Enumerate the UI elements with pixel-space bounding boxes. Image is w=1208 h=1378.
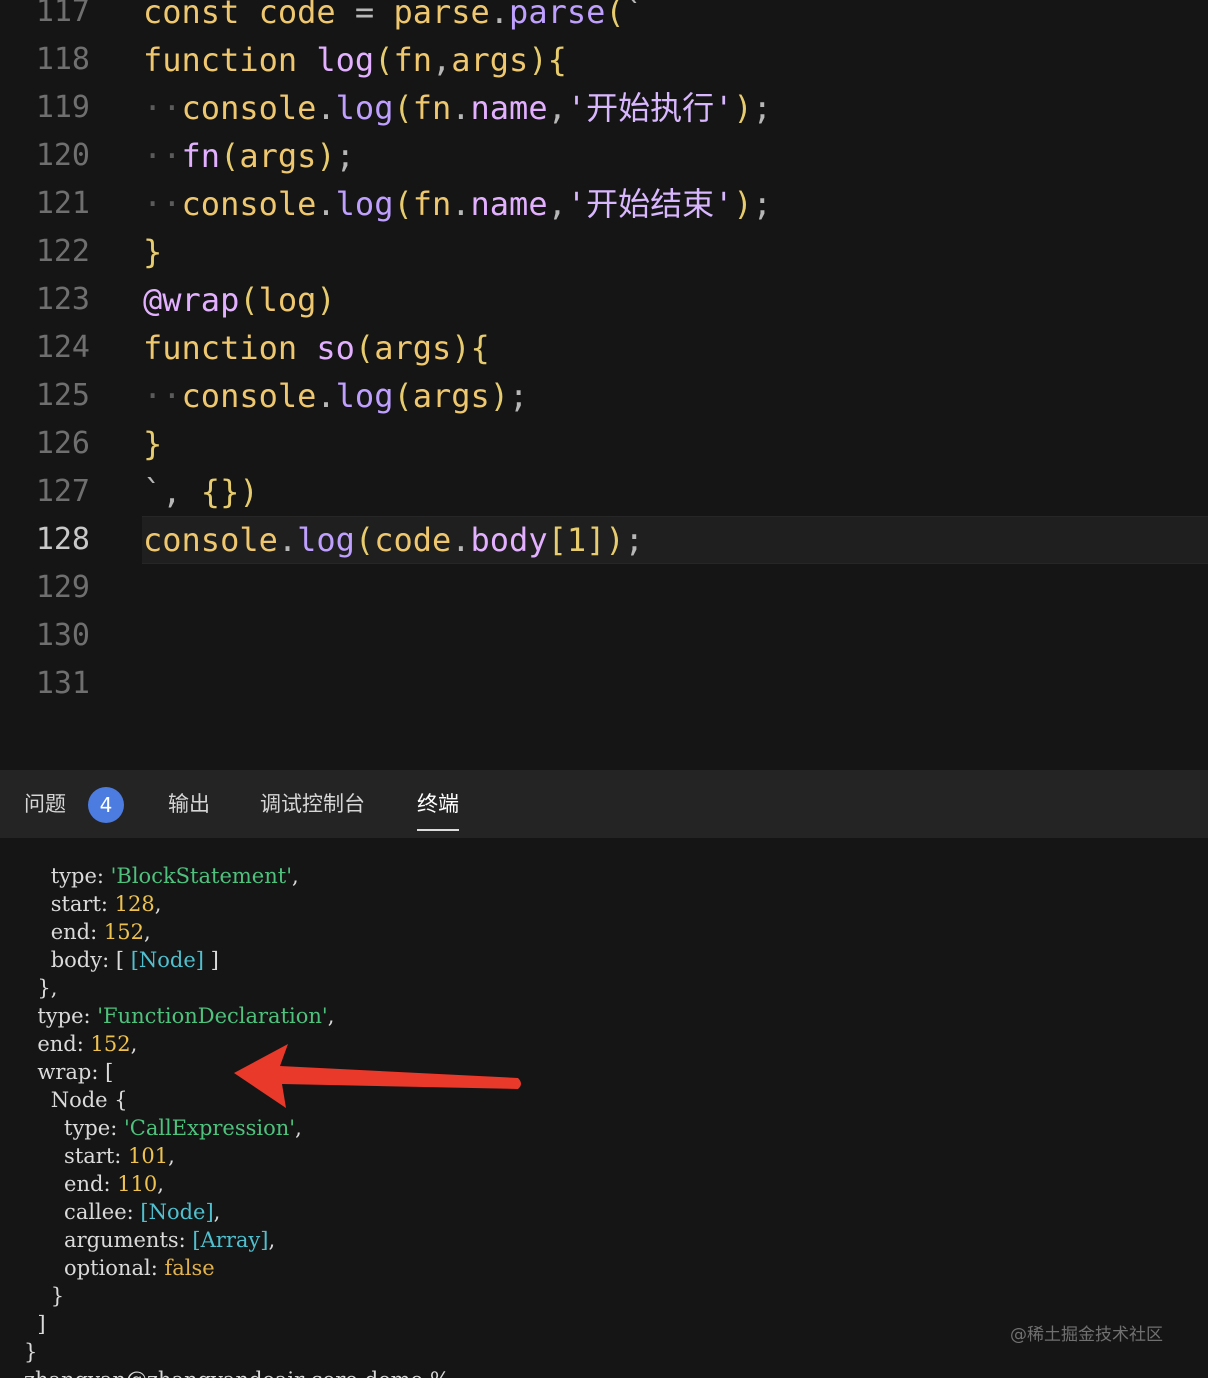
panel-tab-bar: 问题 4 输出 调试控制台 终端: [0, 770, 1208, 838]
terminal-line: end: 110,: [24, 1172, 164, 1196]
line-number: 128: [35, 522, 90, 557]
line-number: 131: [35, 666, 90, 701]
tab-problems[interactable]: 问题: [24, 770, 66, 838]
code-text[interactable]: console.log(code.body[1]);: [143, 516, 644, 564]
red-arrow-annotation: [234, 1044, 521, 1108]
code-text[interactable]: `, {}): [143, 468, 259, 516]
tab-debug-console-label: 调试控制台: [260, 792, 365, 816]
code-line[interactable]: 120 ··fn(args);: [0, 132, 1208, 180]
arrow-shape: [234, 1044, 521, 1108]
code-text[interactable]: ··console.log(fn.name,'开始结束');: [143, 180, 772, 228]
tab-terminal-label: 终端: [417, 792, 459, 816]
terminal-line: ]: [24, 1312, 46, 1336]
problems-count-badge: 4: [88, 787, 124, 823]
code-line[interactable]: 122 }: [0, 228, 1208, 276]
code-line[interactable]: 127 `, {}): [0, 468, 1208, 516]
code-line[interactable]: 125 ··console.log(args);: [0, 372, 1208, 420]
code-text[interactable]: @wrap(log): [143, 276, 336, 324]
code-line[interactable]: 129: [0, 564, 1208, 612]
code-line-current[interactable]: 128 console.log(code.body[1]);: [0, 516, 1208, 564]
code-editor[interactable]: 117 const code = parse.parse(` 118 funct…: [0, 0, 1208, 770]
terminal-line: end: 152,: [24, 1032, 138, 1056]
terminal-line: start: 101,: [24, 1144, 175, 1168]
line-number: 127: [35, 474, 90, 509]
terminal-line: Node {: [24, 1088, 128, 1112]
code-line[interactable]: 123 @wrap(log): [0, 276, 1208, 324]
tab-debug-console[interactable]: 调试控制台: [260, 770, 365, 838]
terminal-line: type: 'FunctionDeclaration',: [24, 1004, 335, 1028]
code-text[interactable]: function so(args){: [143, 324, 490, 372]
tab-terminal[interactable]: 终端: [417, 770, 459, 838]
code-text[interactable]: ··console.log(args);: [143, 372, 528, 420]
tab-output-label: 输出: [168, 792, 210, 816]
terminal-line: }: [24, 1284, 65, 1308]
terminal-line: }: [24, 1340, 38, 1364]
terminal-output[interactable]: type: 'BlockStatement', start: 128, end:…: [0, 838, 1208, 1378]
terminal-line: start: 128,: [24, 892, 162, 916]
code-line[interactable]: 124 function so(args){: [0, 324, 1208, 372]
code-line[interactable]: 130: [0, 612, 1208, 660]
terminal-line: type: 'CallExpression',: [24, 1116, 302, 1140]
code-text[interactable]: ··console.log(fn.name,'开始执行');: [143, 84, 772, 132]
line-number: 122: [35, 234, 90, 269]
line-number: 123: [35, 282, 90, 317]
terminal-line: end: 152,: [24, 920, 151, 944]
code-line[interactable]: 117 const code = parse.parse(`: [0, 0, 1208, 36]
line-number: 119: [35, 90, 90, 125]
code-text[interactable]: ··fn(args);: [143, 132, 355, 180]
terminal-line: arguments: [Array],: [24, 1228, 276, 1252]
tab-output[interactable]: 输出: [168, 770, 210, 838]
code-text[interactable]: function log(fn,args){: [143, 36, 567, 84]
terminal-line: callee: [Node],: [24, 1200, 221, 1224]
terminal-line: body: [ [Node] ]: [24, 948, 219, 972]
line-number: 120: [35, 138, 90, 173]
line-number: 125: [35, 378, 90, 413]
code-line[interactable]: 118 function log(fn,args){: [0, 36, 1208, 84]
line-number: 130: [35, 618, 90, 653]
line-number: 124: [35, 330, 90, 365]
code-text[interactable]: }: [143, 420, 162, 468]
line-number: 126: [35, 426, 90, 461]
terminal-line: optional: false: [24, 1256, 215, 1280]
code-line[interactable]: 126 }: [0, 420, 1208, 468]
terminal-line: },: [24, 976, 58, 1000]
code-text[interactable]: }: [143, 228, 162, 276]
code-line[interactable]: 121 ··console.log(fn.name,'开始结束');: [0, 180, 1208, 228]
line-number: 129: [35, 570, 90, 605]
terminal-prompt[interactable]: zhangyan@zhangyandeair core-demo %: [24, 1366, 450, 1378]
tab-problems-label: 问题: [24, 792, 66, 816]
watermark: @稀土掘金技术社区: [1010, 1325, 1163, 1345]
code-text[interactable]: const code = parse.parse(`: [143, 0, 644, 36]
line-number: 117: [35, 0, 90, 29]
line-number: 118: [35, 42, 90, 77]
code-line[interactable]: 131: [0, 660, 1208, 708]
terminal-line: type: 'BlockStatement',: [24, 864, 299, 888]
line-number: 121: [35, 186, 90, 221]
code-line[interactable]: 119 ··console.log(fn.name,'开始执行');: [0, 84, 1208, 132]
terminal-line: wrap: [: [24, 1060, 114, 1084]
